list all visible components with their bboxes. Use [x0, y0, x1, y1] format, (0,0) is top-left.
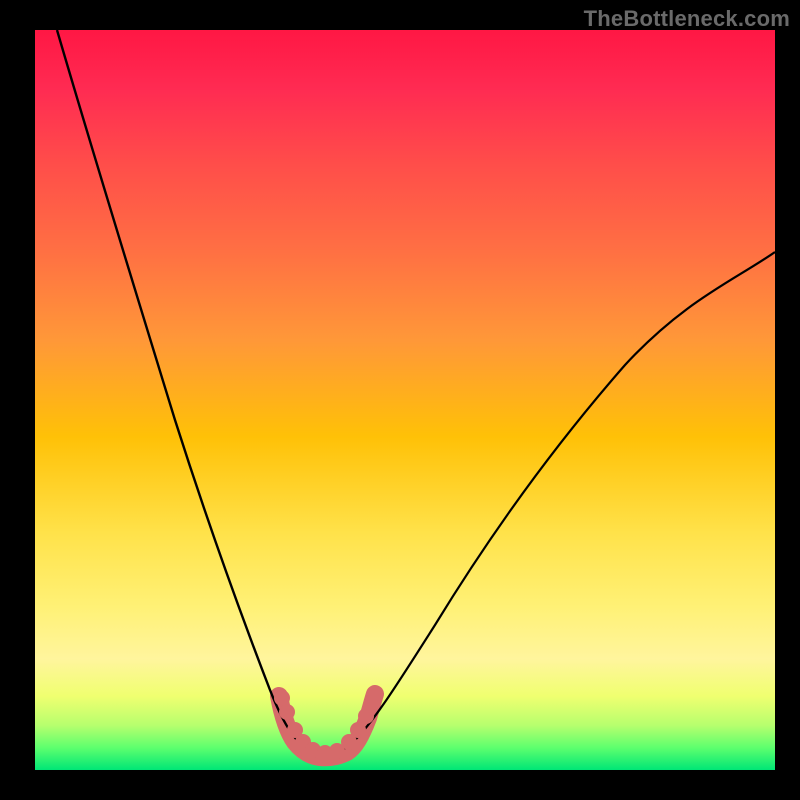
valley-marker	[358, 708, 374, 724]
chart-frame: TheBottleneck.com	[0, 0, 800, 800]
chart-plot-area	[35, 30, 775, 770]
valley-marker	[279, 704, 295, 720]
left-curve-path	[57, 30, 325, 755]
valley-marker	[350, 722, 366, 738]
watermark-text: TheBottleneck.com	[584, 6, 790, 32]
right-curve-path	[325, 252, 775, 755]
valley-marker	[364, 694, 380, 710]
valley-marker	[274, 690, 290, 706]
chart-svg	[35, 30, 775, 770]
